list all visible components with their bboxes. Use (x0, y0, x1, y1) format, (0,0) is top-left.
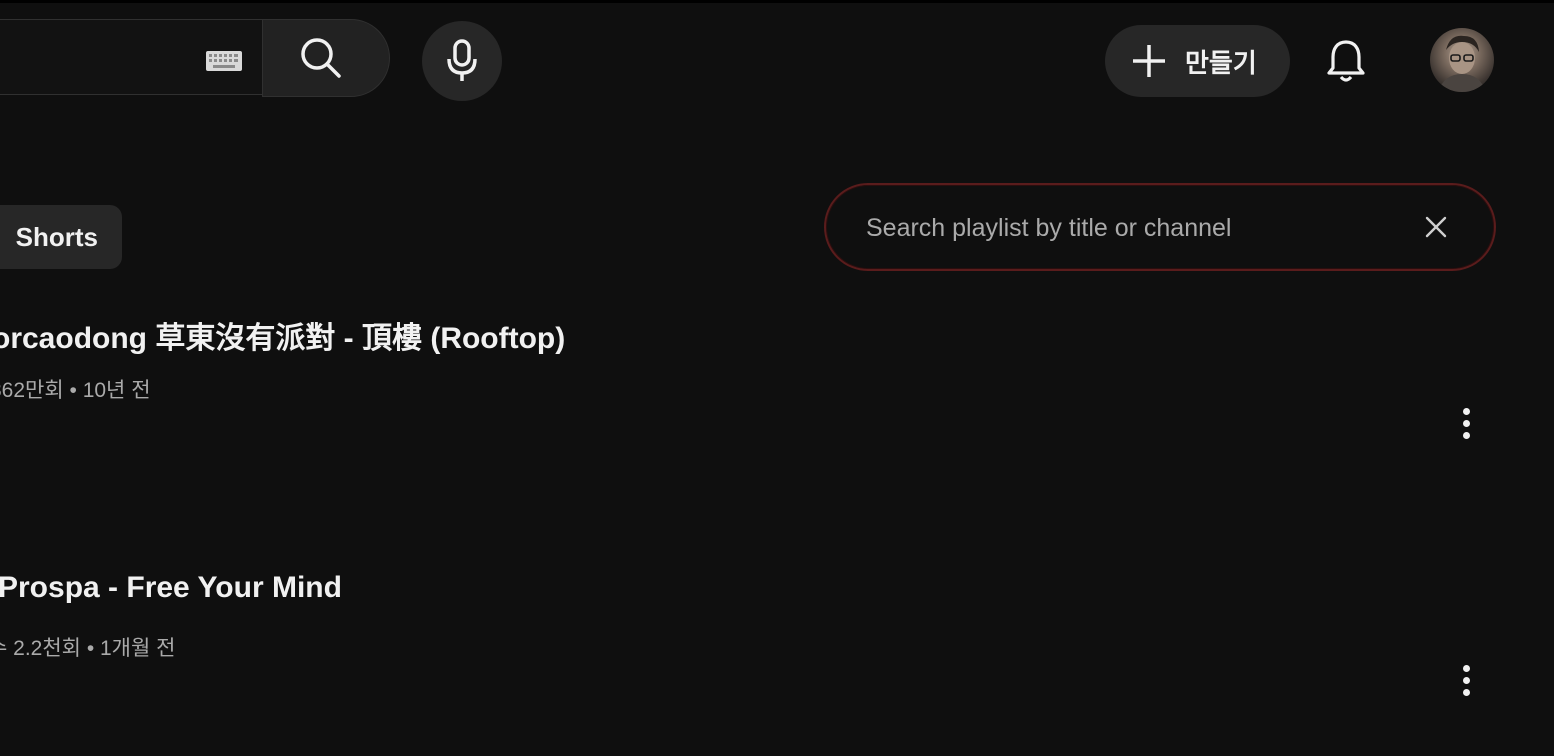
chip-shorts[interactable]: Shorts (0, 205, 122, 269)
plus-icon (1133, 45, 1165, 77)
avatar-image (1438, 35, 1486, 92)
more-actions-button[interactable] (1446, 652, 1486, 708)
voice-search-button[interactable] (422, 21, 502, 101)
avatar[interactable] (1430, 28, 1494, 92)
bell-icon (1327, 40, 1365, 82)
page: 만들기 Shorts orcaodong 草東沒有派對 - 頂樓 (Rooft (0, 0, 1554, 756)
clear-search-button[interactable] (1418, 209, 1454, 245)
video-title[interactable]: Prospa - Free Your Mind (0, 571, 342, 605)
search-button[interactable] (262, 19, 390, 97)
create-button-label: 만들기 (1185, 47, 1257, 78)
video-meta: 수 2.2천회 • 1개월 전 (0, 637, 176, 660)
more-actions-button[interactable] (1446, 395, 1486, 451)
mic-icon (447, 39, 477, 81)
video-title[interactable]: orcaodong 草東沒有派對 - 頂樓 (Rooftop) (0, 313, 565, 357)
playlist-search-box (824, 183, 1496, 271)
close-icon (1425, 216, 1447, 238)
keyboard-icon[interactable] (205, 49, 243, 73)
notifications-button[interactable] (1318, 33, 1374, 89)
create-button[interactable]: 만들기 (1105, 25, 1290, 97)
search-icon (301, 38, 341, 78)
more-vert-icon (1462, 407, 1470, 415)
playlist-search-input[interactable] (864, 207, 1388, 249)
search-input-container[interactable] (0, 19, 262, 95)
more-vert-icon (1462, 664, 1470, 672)
video-meta: 362만회 • 10년 전 (0, 379, 151, 402)
